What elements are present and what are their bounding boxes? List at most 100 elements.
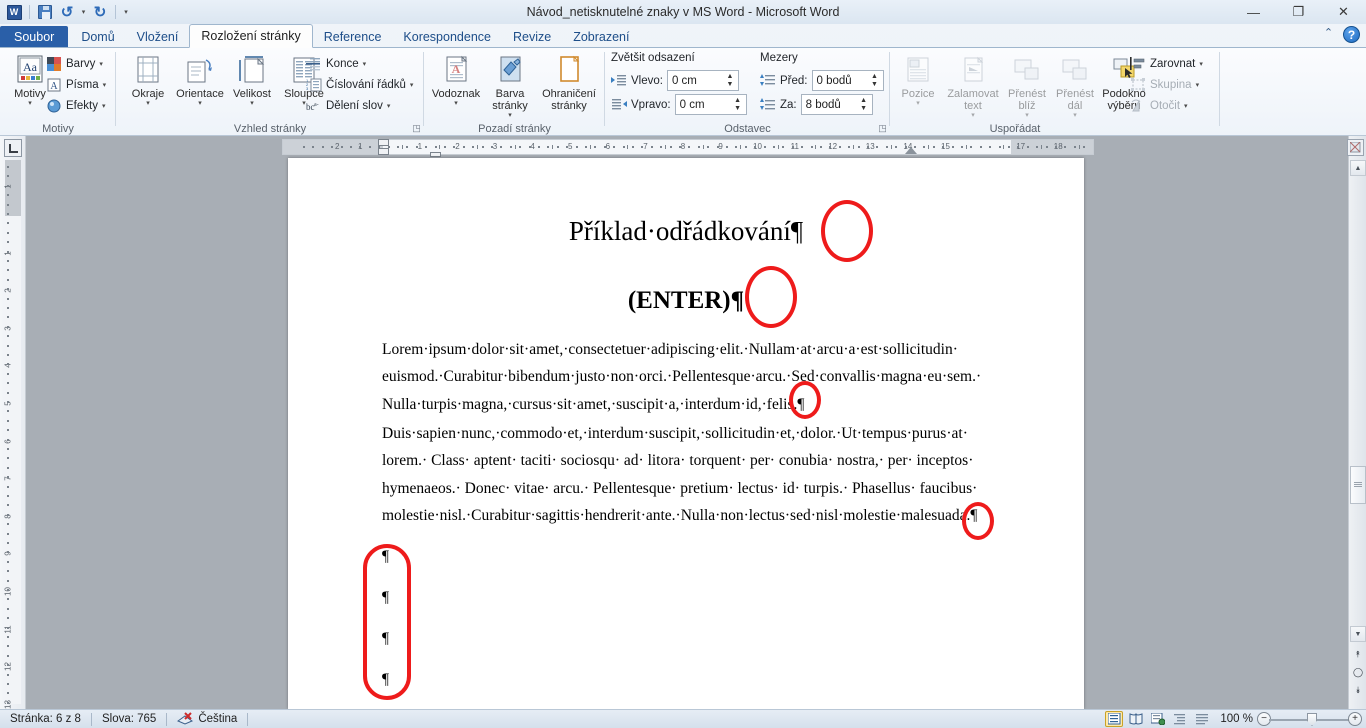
align-button[interactable]: Zarovnat ▾ [1130,53,1203,74]
stepper-icon[interactable]: ▲ ▼ [731,95,745,114]
ruler-dot [716,146,719,148]
ruler-dot [7,391,9,394]
scroll-up-button[interactable]: ▲ [1350,160,1366,176]
spacing-before-input[interactable]: 0 bodů ▲ ▼ [811,70,884,91]
proofing-status[interactable]: Čeština [167,711,247,728]
tab-korespondence[interactable]: Korespondence [392,26,502,48]
chevron-down-icon: ▾ [101,102,106,110]
ruler-dot [7,457,9,460]
size-button[interactable]: Velikost ▾ [226,50,278,107]
group-label-usporadat: Uspořádat [989,123,1041,135]
toggle-whitespace-icon[interactable] [1347,139,1364,156]
position-label: Pozice [901,88,935,100]
word-logo-glyph: W [6,4,22,20]
restore-button[interactable]: ❐ [1276,0,1321,24]
word-count[interactable]: Slova: 765 [92,711,166,728]
select-browse-object-button[interactable]: ◯ [1350,664,1366,680]
indent-left-input[interactable]: 0 cm ▲ ▼ [666,70,739,91]
scrollbar-thumb[interactable] [1350,466,1366,504]
ruler-dot [350,146,352,148]
title-bar: Návod_netisknutelné znaky v MS Word - Mi… [0,0,1366,24]
minimize-button[interactable]: — [1231,0,1276,24]
save-icon[interactable] [35,2,55,22]
orientation-icon [184,54,216,86]
ruler-dot [791,146,794,148]
page-indicator[interactable]: Stránka: 6 z 8 [0,711,91,728]
indent-left-value: 0 cm [671,74,697,87]
hyphenation-button[interactable]: bc a- Dělení slov ▾ [306,95,413,116]
indent-right-value: 0 cm [679,98,705,111]
help-icon[interactable]: ? [1343,26,1360,43]
page-borders-icon [553,54,585,86]
stepper-icon[interactable]: ▲ ▼ [868,71,882,90]
bring-forward-button[interactable]: Přenést blíž ▾ [1002,50,1052,119]
group-label-vzhled-stranky: Vzhled stránky [233,123,307,135]
undo-icon[interactable]: ↺ [57,2,77,22]
watermark-button[interactable]: A Vodoznak ▾ [430,50,482,119]
rotate-button[interactable]: Otočit ▾ [1130,95,1203,116]
next-page-button[interactable]: ⯯ [1350,682,1366,698]
undo-dropdown-caret-icon[interactable]: ▾ [79,2,88,22]
stepper-icon[interactable]: ▲ ▼ [857,95,871,114]
indent-right-input[interactable]: 0 cm ▲ ▼ [674,94,747,115]
orientation-button[interactable]: Orientace ▾ [174,50,226,107]
ruler-dash [702,145,704,149]
theme-colors-button[interactable]: Barvy ▾ [46,53,106,74]
close-button[interactable]: ✕ [1321,0,1366,24]
scroll-down-button[interactable]: ▼ [1350,626,1366,642]
draft-view-button[interactable] [1193,711,1211,727]
paragraph-line: hymenaeos.· Donec· vitae· arcu.· Pellent… [382,479,978,497]
send-backward-button[interactable]: Přenést dál ▾ [1052,50,1098,119]
ruler-dot [7,288,9,291]
word-logo-icon[interactable]: W [4,2,24,22]
tab-reference[interactable]: Reference [313,26,393,48]
ruler-dot [7,589,9,591]
minimize-ribbon-icon[interactable]: ⌃ [1322,28,1335,41]
zoom-slider[interactable]: − + [1257,711,1362,727]
ruler-dot [979,146,982,148]
wrap-text-button[interactable]: Zalamovat text ▾ [944,50,1002,119]
stepper-icon[interactable]: ▲ ▼ [723,71,737,90]
ruler-dash [853,145,854,149]
tab-revize[interactable]: Revize [502,26,562,48]
tab-zobrazen[interactable]: Zobrazení [562,26,640,48]
group-button[interactable]: Skupina ▾ [1130,74,1203,95]
zoom-level[interactable]: 100 % [1215,713,1253,725]
tab-dom[interactable]: Domů [70,26,125,48]
paragraph-dialog-launcher-icon[interactable]: ◳ [877,123,888,134]
redo-icon[interactable]: ↻ [90,2,110,22]
outline-view-button[interactable] [1171,711,1189,727]
ruler-dot [566,146,569,148]
tab-selector-icon[interactable] [4,139,22,157]
size-icon [236,54,268,86]
page-setup-dialog-launcher-icon[interactable]: ◳ [411,123,422,134]
zoom-in-button[interactable]: + [1348,712,1362,726]
horizontal-ruler[interactable]: 211234567891011121314151718 [282,139,1094,155]
print-layout-view-button[interactable] [1105,711,1123,727]
spacing-after-input[interactable]: 8 bodů ▲ ▼ [800,94,873,115]
vertical-ruler[interactable]: 112345678910111213 [0,136,26,709]
vertical-scrollbar[interactable]: ▲ ▼ ⯭ ◯ ⯯ [1347,136,1366,709]
ruler-dot [7,335,9,338]
page-borders-button[interactable]: Ohraničení stránky [538,50,600,119]
tab-soubor[interactable]: Soubor [0,26,69,48]
margins-button[interactable]: Okraje ▾ [122,50,174,107]
size-label: Velikost [233,88,271,100]
line-numbers-button[interactable]: 123 Číslování řádků ▾ [306,74,413,95]
theme-effects-button[interactable]: Efekty ▾ [46,95,106,116]
full-screen-reading-view-button[interactable] [1127,711,1145,727]
position-button[interactable]: Pozice ▾ [892,50,944,119]
page-color-button[interactable]: Barva stránky ▾ [482,50,538,119]
ruler-tick: 2 [3,288,13,293]
web-layout-view-button[interactable] [1149,711,1167,727]
ruler-dash [665,145,666,149]
customize-quick-access-caret-icon[interactable]: ▾ [121,2,131,22]
theme-fonts-button[interactable]: A Písma ▾ [46,74,106,95]
svg-text:A: A [452,62,461,76]
ruler-dot [359,146,362,148]
tab-rozlo-en-str-nky[interactable]: Rozložení stránky [189,24,313,48]
breaks-button[interactable]: Konce ▾ [306,53,413,74]
tab-vlo-en[interactable]: Vložení [126,26,190,48]
zoom-thumb[interactable] [1307,713,1317,726]
previous-page-button[interactable]: ⯭ [1350,646,1366,662]
